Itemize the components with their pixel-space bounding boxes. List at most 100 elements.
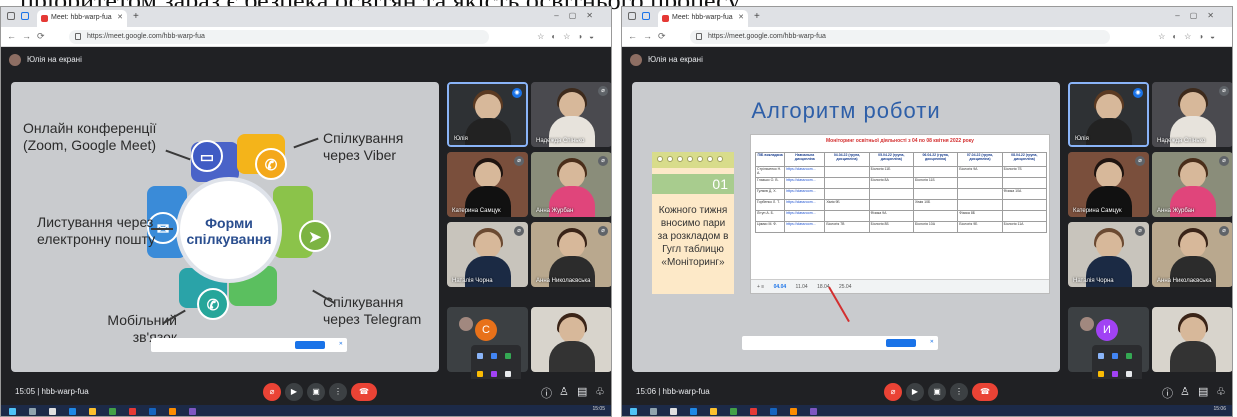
participant-tile-7[interactable] (1152, 307, 1232, 372)
people-icon[interactable]: ♙ (1180, 385, 1190, 398)
sheet-tab[interactable]: 11.04 (796, 284, 808, 290)
table-cell-link[interactable]: https://classroom... (784, 210, 826, 222)
window-menu-icon[interactable] (7, 12, 15, 20)
app-icon[interactable] (109, 408, 116, 415)
toast-dismiss[interactable]: ✕ (930, 339, 934, 345)
participant-tile-4[interactable]: ⌀ Анна Журбан (1152, 152, 1232, 217)
search-icon[interactable] (29, 408, 36, 415)
toolbar-icon[interactable] (1112, 353, 1118, 359)
nav-buttons[interactable]: ←→⟳ (628, 31, 672, 42)
new-tab-icon[interactable]: + (133, 11, 139, 22)
toolbar-icon[interactable] (477, 353, 483, 359)
present-button[interactable]: ▣ (928, 383, 946, 401)
participant-face (1179, 162, 1206, 188)
toolbar-icon[interactable] (1126, 353, 1132, 359)
participant-tile-5[interactable]: ⌀ Наталія Чорна (447, 222, 528, 287)
profile-icon[interactable] (642, 12, 650, 20)
sheet-tab[interactable]: 25.04 (839, 284, 852, 290)
toolbar-icon[interactable] (477, 371, 483, 377)
taskview-icon[interactable] (670, 408, 677, 415)
table-cell-link[interactable]: https://classroom... (784, 177, 826, 189)
camera-toggle-button[interactable]: ▶ (906, 383, 924, 401)
toolbar-icon[interactable] (1112, 371, 1118, 377)
browser-tab[interactable]: Meet: hbb-warp-fua ✕ (37, 10, 127, 27)
new-tab-icon[interactable]: + (754, 11, 760, 22)
app-icon[interactable] (169, 408, 176, 415)
toast-dismiss[interactable]: ✕ (339, 341, 343, 347)
taskview-icon[interactable] (49, 408, 56, 415)
url-field[interactable]: https://meet.google.com/hbb-warp-fua (690, 30, 1110, 44)
table-cell: Горбенко Л. Т. (754, 199, 786, 211)
mic-toggle-button[interactable]: ⌀ (263, 383, 281, 401)
participant-tile-3[interactable]: ⌀ Катерина Самцук (1068, 152, 1149, 217)
chat-icon[interactable]: ▤ (1198, 385, 1208, 398)
tab-close-icon[interactable]: ✕ (117, 13, 123, 21)
participant-tile-6[interactable]: ⌀ Анна Николаєвська (1152, 222, 1232, 287)
toolbar-icon[interactable] (1098, 371, 1104, 377)
participant-tile-6[interactable]: ⌀ Анна Николаєвська (531, 222, 611, 287)
browser-tab[interactable]: Meet: hbb-warp-fua ✕ (658, 10, 748, 27)
table-cell-link[interactable]: https://classroom... (784, 166, 826, 178)
participant-tile-2[interactable]: ⌀ Надежда Спінько (531, 82, 611, 147)
window-menu-icon[interactable] (628, 12, 636, 20)
search-icon[interactable] (650, 408, 657, 415)
participant-tile-5[interactable]: ⌀ Наталія Чорна (1068, 222, 1149, 287)
app-icon[interactable] (790, 408, 797, 415)
app-icon[interactable] (129, 408, 136, 415)
toolbar-icon[interactable] (491, 371, 497, 377)
app-icon[interactable] (730, 408, 737, 415)
participant-tile-3[interactable]: ⌀ Катерина Самцук (447, 152, 528, 217)
chat-icon[interactable]: ▤ (577, 385, 587, 398)
app-icon[interactable] (189, 408, 196, 415)
tab-close-icon[interactable]: ✕ (738, 13, 744, 21)
toolbar-icon[interactable] (491, 353, 497, 359)
info-icon[interactable]: ⓘ (1162, 385, 1173, 401)
edge-icon[interactable] (690, 408, 697, 415)
toast-action-button[interactable] (295, 341, 325, 349)
start-icon[interactable] (630, 408, 637, 415)
table-cell-link[interactable]: https://classroom... (784, 188, 826, 200)
table-cell: Біологія 9А (957, 166, 1003, 178)
start-icon[interactable] (9, 408, 16, 415)
more-options-button[interactable]: ⋮ (329, 383, 347, 401)
table-cell-link[interactable]: https://classroom... (784, 221, 826, 233)
camera-toggle-button[interactable]: ▶ (285, 383, 303, 401)
activities-icon[interactable]: ♧ (595, 385, 605, 398)
word-icon[interactable] (770, 408, 777, 415)
toast-action-button[interactable] (886, 339, 916, 347)
word-icon[interactable] (149, 408, 156, 415)
info-icon[interactable]: ⓘ (541, 385, 552, 401)
profile-icon[interactable] (21, 12, 29, 20)
participant-tile-4[interactable]: ⌀ Анна Журбан (531, 152, 611, 217)
end-call-button[interactable]: ☎ (351, 383, 377, 401)
window-controls[interactable]: –▢✕ (1175, 11, 1224, 20)
app-icon[interactable] (750, 408, 757, 415)
toolbar-icon[interactable] (1126, 371, 1132, 377)
participant-tile-7[interactable] (531, 307, 611, 372)
sheet-tab[interactable]: 04.04 (774, 284, 787, 290)
table-cell-link[interactable]: https://classroom... (784, 199, 826, 211)
extension-icons[interactable]: ☆◐☆◑◒ (537, 32, 601, 41)
edge-icon[interactable] (69, 408, 76, 415)
present-button[interactable]: ▣ (307, 383, 325, 401)
mic-toggle-button[interactable]: ⌀ (884, 383, 902, 401)
participant-tile-1[interactable]: ◉ Юлія (447, 82, 528, 147)
nav-buttons[interactable]: ←→⟳ (7, 31, 51, 42)
app-icon[interactable] (810, 408, 817, 415)
people-icon[interactable]: ♙ (559, 385, 569, 398)
sheet-add-icon[interactable]: + ≡ (757, 284, 764, 290)
toolbar-icon[interactable] (505, 371, 511, 377)
window-controls[interactable]: –▢✕ (554, 11, 603, 20)
participant-tile-2[interactable]: ⌀ Надежда Спінько (1152, 82, 1232, 147)
explorer-icon[interactable] (710, 408, 717, 415)
mic-off-icon: ⌀ (514, 156, 524, 166)
more-options-button[interactable]: ⋮ (950, 383, 968, 401)
url-field[interactable]: https://meet.google.com/hbb-warp-fua (69, 30, 489, 44)
toolbar-icon[interactable] (505, 353, 511, 359)
toolbar-icon[interactable] (1098, 353, 1104, 359)
end-call-button[interactable]: ☎ (972, 383, 998, 401)
extension-icons[interactable]: ☆◐☆◑◒ (1158, 32, 1222, 41)
participant-tile-1[interactable]: ◉ Юлія (1068, 82, 1149, 147)
explorer-icon[interactable] (89, 408, 96, 415)
activities-icon[interactable]: ♧ (1216, 385, 1226, 398)
